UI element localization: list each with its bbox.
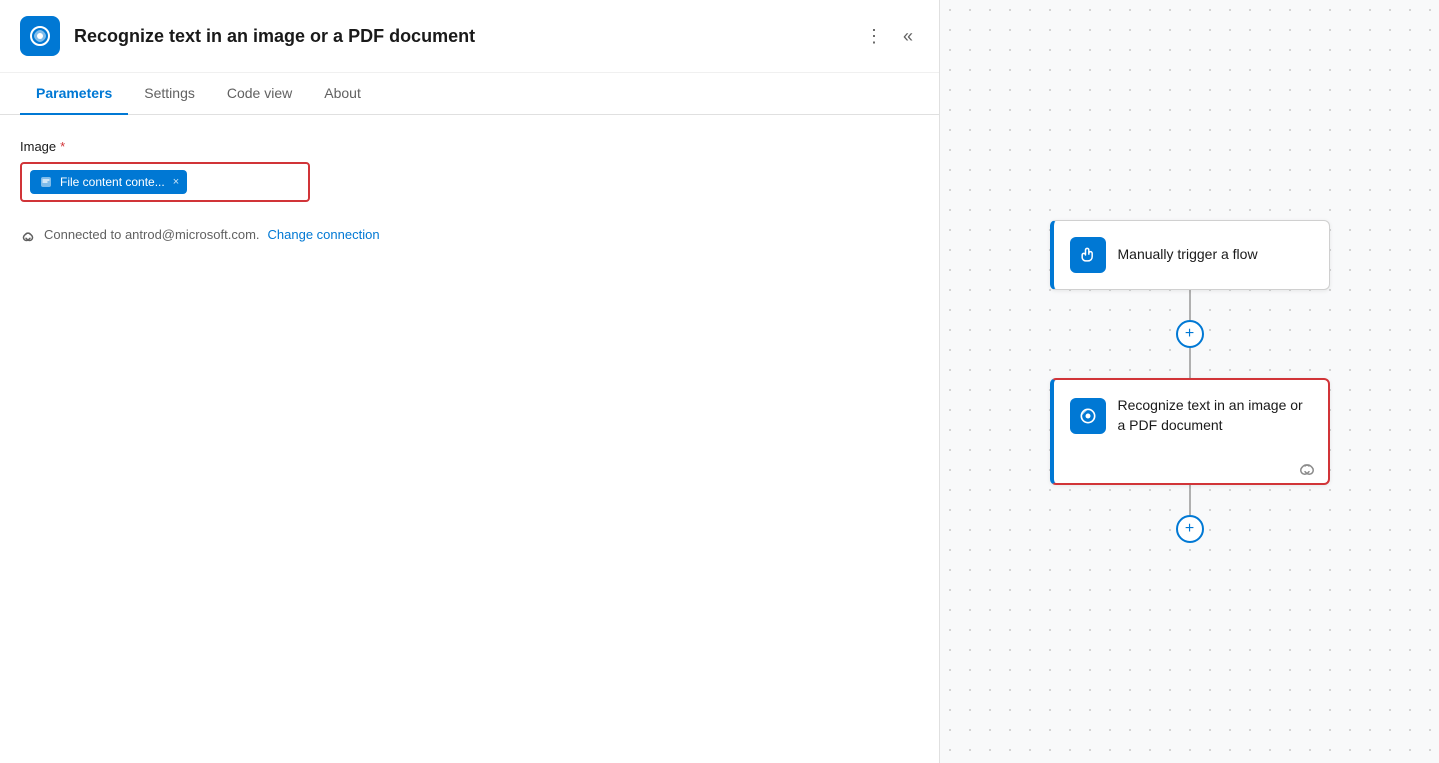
action-svg-icon [28, 24, 52, 48]
flow-diagram: Manually trigger a flow + [1050, 220, 1330, 543]
required-indicator: * [60, 139, 65, 154]
connector-1: + [1176, 290, 1204, 378]
trigger-node-inner: Manually trigger a flow [1054, 221, 1329, 289]
left-panel: Recognize text in an image or a PDF docu… [0, 0, 940, 763]
trigger-node[interactable]: Manually trigger a flow [1050, 220, 1330, 290]
tab-code-view[interactable]: Code view [211, 73, 308, 115]
connector-2: + [1176, 485, 1204, 543]
tab-about[interactable]: About [308, 73, 377, 115]
chevrons-icon: « [903, 26, 913, 47]
chain-icon [1298, 457, 1316, 475]
more-options-button[interactable]: ⋮ [859, 20, 889, 53]
right-panel: Manually trigger a flow + [940, 0, 1439, 763]
tabs-bar: Parameters Settings Code view About [0, 73, 939, 115]
connector-line-2 [1189, 348, 1191, 378]
trigger-node-label: Manually trigger a flow [1118, 245, 1258, 265]
panel-title: Recognize text in an image or a PDF docu… [74, 26, 845, 47]
connector-line-3 [1189, 485, 1191, 515]
more-dots-icon: ⋮ [865, 26, 883, 47]
token-text: File content conte... [60, 175, 165, 189]
file-content-token: File content conte... × [30, 170, 187, 194]
panel-header: Recognize text in an image or a PDF docu… [0, 0, 939, 73]
add-step-button-2[interactable]: + [1176, 515, 1204, 543]
add-step-button-1[interactable]: + [1176, 320, 1204, 348]
panel-body: Image * File content conte... × [0, 115, 939, 763]
action-node-footer [1054, 451, 1328, 483]
connection-link-icon [20, 226, 36, 242]
action-node-inner: Recognize text in an image or a PDF docu… [1054, 380, 1328, 451]
token-icon [38, 174, 54, 190]
action-node[interactable]: Recognize text in an image or a PDF docu… [1050, 378, 1330, 485]
token-close-button[interactable]: × [173, 176, 179, 188]
action-node-icon [1070, 398, 1106, 434]
header-actions: ⋮ « [859, 20, 919, 53]
tab-parameters[interactable]: Parameters [20, 73, 128, 115]
image-field-group: Image * File content conte... × [20, 139, 919, 202]
connector-line-1 [1189, 290, 1191, 320]
image-input-container[interactable]: File content conte... × [20, 162, 310, 202]
image-field-label: Image * [20, 139, 919, 154]
connection-text: Connected to antrod@microsoft.com. [44, 227, 260, 242]
action-node-svg-icon [1078, 406, 1098, 426]
trigger-svg-icon [1078, 245, 1098, 265]
token-svg [40, 176, 52, 188]
connection-info: Connected to antrod@microsoft.com. Chang… [20, 226, 919, 242]
change-connection-link[interactable]: Change connection [268, 227, 380, 242]
action-icon [20, 16, 60, 56]
action-node-label: Recognize text in an image or a PDF docu… [1118, 396, 1312, 435]
tab-settings[interactable]: Settings [128, 73, 211, 115]
trigger-node-icon [1070, 237, 1106, 273]
collapse-button[interactable]: « [897, 20, 919, 53]
